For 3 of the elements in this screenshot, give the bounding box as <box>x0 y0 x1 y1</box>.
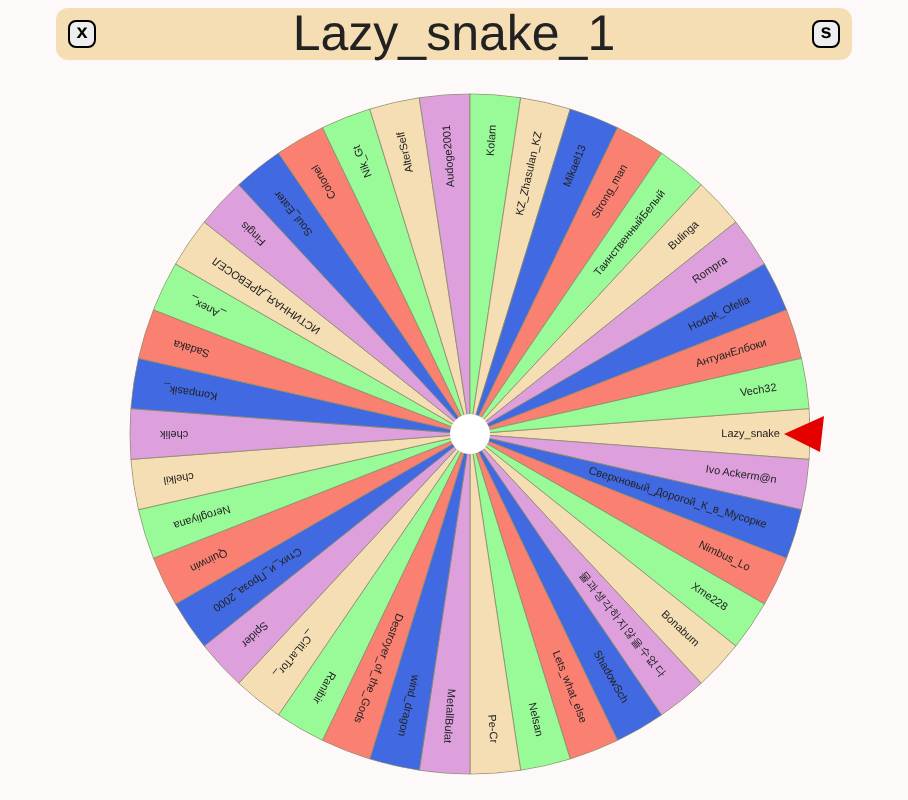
s-button[interactable]: s <box>811 20 840 48</box>
close-button[interactable]: x <box>68 20 96 48</box>
wheel-title: Lazy_snake_1 <box>292 9 616 59</box>
